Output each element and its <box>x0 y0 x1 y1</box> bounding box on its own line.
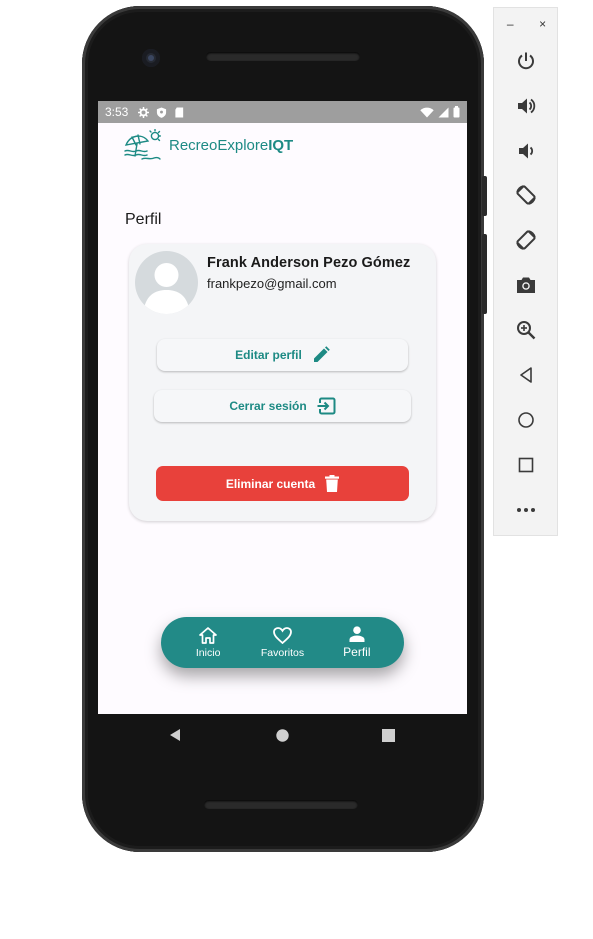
trash-icon <box>325 475 340 492</box>
minimize-button[interactable]: – <box>507 17 514 31</box>
wifi-status-icon <box>420 107 434 117</box>
brand-suffix: IQT <box>268 136 294 154</box>
emulator-more-button[interactable] <box>513 497 539 523</box>
profile-card: Frank Anderson Pezo Gómez frankpezo@gmai… <box>129 244 436 521</box>
system-overview-icon[interactable] <box>382 729 395 742</box>
user-email: frankpezo@gmail.com <box>207 276 337 291</box>
home-icon <box>199 626 218 644</box>
status-bar: 3:53 <box>98 101 467 123</box>
nav-label-inicio: Inicio <box>195 646 221 659</box>
brand-name: RecreoExploreIQT <box>169 137 293 154</box>
volume-up-button[interactable] <box>513 93 539 119</box>
back-icon <box>520 367 532 383</box>
power-button[interactable] <box>513 48 539 74</box>
power-side-button <box>482 176 487 216</box>
emulator-toolbar: – × <box>493 7 558 536</box>
edit-profile-button[interactable]: Editar perfil <box>157 339 408 371</box>
shield-status-icon <box>157 106 167 118</box>
nav-item-inicio[interactable]: Inicio <box>173 626 243 659</box>
sd-card-status-icon <box>175 106 184 118</box>
avatar[interactable] <box>135 251 198 314</box>
rotate-right-button[interactable] <box>513 227 539 253</box>
settings-status-icon <box>138 106 150 118</box>
beach-logo-icon <box>124 129 161 160</box>
close-button[interactable]: × <box>539 17 546 31</box>
delete-account-label: Eliminar cuenta <box>225 476 316 491</box>
emulator-window-controls: – × <box>494 17 559 31</box>
logout-button[interactable]: Cerrar sesión <box>154 390 411 422</box>
rotate-left-button[interactable] <box>513 182 539 208</box>
home-circle-icon <box>518 412 534 428</box>
user-name: Frank Anderson Pezo Gómez <box>207 255 411 271</box>
logout-icon <box>316 397 336 415</box>
volume-down-button[interactable] <box>513 138 539 164</box>
zoom-icon <box>517 321 536 340</box>
battery-status-icon <box>453 106 460 118</box>
emulator-back-button[interactable] <box>513 362 539 388</box>
volume-side-button <box>482 234 487 314</box>
front-camera <box>142 49 160 67</box>
app-brand: RecreoExploreIQT <box>124 129 293 161</box>
screenshot-button[interactable] <box>513 272 539 298</box>
power-icon <box>518 52 534 70</box>
nav-label-favoritos: Favoritos <box>260 646 305 659</box>
default-avatar-icon <box>143 263 190 314</box>
nav-label-perfil: Perfil <box>343 645 371 659</box>
delete-account-button[interactable]: Eliminar cuenta <box>156 466 409 501</box>
app-screen: 3:53 RecreoExploreIQT Perfil Frank Ander… <box>98 101 467 714</box>
signal-status-icon <box>438 107 449 117</box>
overview-icon <box>518 457 534 473</box>
earpiece-speaker <box>206 52 360 61</box>
pencil-icon <box>313 346 330 362</box>
system-home-icon[interactable] <box>276 729 289 742</box>
system-back-icon[interactable] <box>168 728 182 742</box>
status-time: 3:53 <box>105 105 129 119</box>
rotate-left-icon <box>516 185 536 205</box>
logout-label: Cerrar sesión <box>229 399 307 413</box>
rotate-right-icon <box>516 230 536 250</box>
page-title: Perfil <box>125 211 162 228</box>
emulator-overview-button[interactable] <box>513 452 539 478</box>
zoom-button[interactable] <box>513 317 539 343</box>
emulator-home-button[interactable] <box>513 407 539 433</box>
heart-icon <box>273 626 292 644</box>
more-icon <box>517 508 535 512</box>
bottom-navigation: Inicio Favoritos Perfil <box>161 617 404 668</box>
brand-prefix: RecreoExplore <box>169 136 269 154</box>
volume-down-icon <box>519 143 534 159</box>
nav-item-perfil[interactable]: Perfil <box>322 626 392 659</box>
person-icon <box>349 626 365 642</box>
volume-up-icon <box>518 98 536 114</box>
edit-profile-label: Editar perfil <box>235 348 302 362</box>
camera-icon <box>517 277 535 293</box>
nav-item-favoritos[interactable]: Favoritos <box>247 626 317 659</box>
bottom-speaker <box>204 800 358 809</box>
